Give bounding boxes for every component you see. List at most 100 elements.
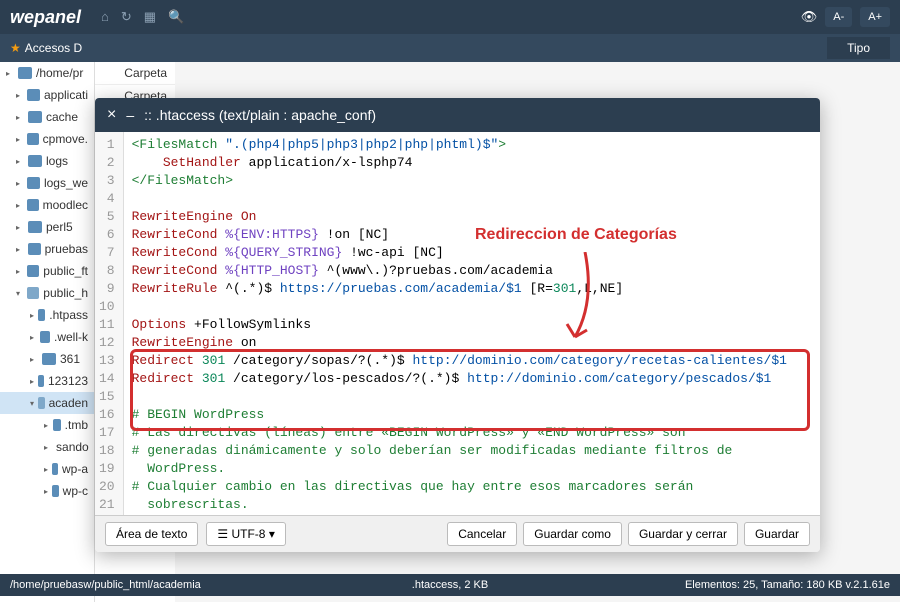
code-line[interactable]: <IfModule mod_rewrite.c> — [132, 514, 812, 515]
code-line[interactable]: # Cualquier cambio en las directivas que… — [132, 478, 812, 514]
code-content[interactable]: <FilesMatch ".(php4|php5|php3|php2|php|p… — [124, 132, 820, 515]
status-info: Elementos: 25, Tamaño: 180 KB v.2.1.61e — [685, 579, 890, 591]
close-icon[interactable]: × — [107, 106, 116, 124]
status-path: /home/pruebasw/public_html/academia — [10, 579, 201, 591]
code-line[interactable] — [132, 190, 812, 208]
toolbar-icons: ⌂ ↻ ▦ 🔍 — [101, 9, 184, 25]
tree-label: pruebas — [45, 242, 88, 256]
grid-icon[interactable]: ▦ — [144, 9, 156, 25]
tree-item[interactable]: ▸applicati — [0, 84, 94, 106]
folder-icon — [52, 463, 58, 475]
tree-label: .well-k — [54, 330, 88, 344]
tree-label: public_h — [43, 286, 88, 300]
brand-logo: wepanel — [10, 7, 81, 28]
annotation-arrow — [565, 252, 605, 352]
tree-label: logs — [46, 154, 68, 168]
tree-item[interactable]: ▸public_ft — [0, 260, 94, 282]
code-editor[interactable]: Redireccion de Categorías 12345678910111… — [95, 132, 820, 515]
tree-item[interactable]: ▸.tmb — [0, 414, 94, 436]
tree-label: cache — [46, 110, 78, 124]
tree-label: /home/pr — [36, 66, 83, 80]
code-line[interactable]: RewriteEngine On — [132, 208, 812, 226]
tree-item[interactable]: ▸361 — [0, 348, 94, 370]
cancel-button[interactable]: Cancelar — [447, 522, 517, 546]
tree-item[interactable]: ▸logs — [0, 150, 94, 172]
home-icon[interactable]: ⌂ — [101, 9, 109, 25]
modal-titlebar: × – :: .htaccess (text/plain : apache_co… — [95, 98, 820, 132]
tree-item[interactable]: ▸sando — [0, 436, 94, 458]
tree-label: wp-a — [62, 462, 88, 476]
folder-icon — [28, 111, 42, 123]
code-line[interactable]: # Las directivas (líneas) entre «BEGIN W… — [132, 424, 812, 442]
code-line[interactable]: RewriteCond %{HTTP_HOST} ^(www\.)?prueba… — [132, 262, 812, 280]
tree-item[interactable]: ▸moodlec — [0, 194, 94, 216]
tree-label: moodlec — [43, 198, 88, 212]
annotation-label: Redireccion de Categorías — [475, 226, 677, 244]
folder-icon — [27, 89, 40, 101]
tree-item[interactable]: ▸wp-a — [0, 458, 94, 480]
folder-icon — [28, 221, 42, 233]
tree-label: sando — [56, 440, 89, 454]
code-line[interactable]: RewriteCond %{ENV:HTTPS} !on [NC] — [132, 226, 812, 244]
tree-label: perl5 — [46, 220, 73, 234]
minimize-icon[interactable]: – — [126, 107, 134, 123]
tree-item[interactable]: ▸123123 — [0, 370, 94, 392]
code-line[interactable] — [132, 298, 812, 316]
code-line[interactable]: RewriteEngine on — [132, 334, 812, 352]
tree-item[interactable]: ▸logs_we — [0, 172, 94, 194]
encoding-select[interactable]: ☰ UTF-8 ▾ — [206, 522, 285, 546]
status-file: .htaccess, 2 KB — [412, 579, 488, 591]
folder-icon — [28, 243, 41, 255]
textarea-toggle[interactable]: Área de texto — [105, 522, 198, 546]
topbar: wepanel ⌂ ↻ ▦ 🔍 👁 A- A+ — [0, 0, 900, 34]
code-line[interactable]: RewriteRule ^(.*)$ https://pruebas.com/a… — [132, 280, 812, 298]
tree-item[interactable]: ▸pruebas — [0, 238, 94, 260]
folder-icon — [27, 199, 39, 211]
tree-label: cpmove. — [43, 132, 88, 146]
tree-item[interactable]: ▸.htpass — [0, 304, 94, 326]
tree-item[interactable]: ▾public_h — [0, 282, 94, 304]
code-line[interactable]: <FilesMatch ".(php4|php5|php3|php2|php|p… — [132, 136, 812, 154]
code-line[interactable]: SetHandler application/x-lsphp74 — [132, 154, 812, 172]
tree-label: 123123 — [48, 374, 88, 388]
star-icon[interactable]: ★ — [10, 41, 21, 55]
folder-icon — [27, 133, 39, 145]
modal-title: :: .htaccess (text/plain : apache_conf) — [144, 107, 376, 123]
tree-item[interactable]: ▸.well-k — [0, 326, 94, 348]
eye-icon[interactable]: 👁 — [801, 9, 818, 25]
modal-footer: Área de texto ☰ UTF-8 ▾ Cancelar Guardar… — [95, 515, 820, 552]
folder-icon — [38, 397, 45, 409]
code-line[interactable]: # generadas dinámicamente y solo debería… — [132, 442, 812, 478]
code-line[interactable]: Options +FollowSymlinks — [132, 316, 812, 334]
search-icon[interactable]: 🔍 — [168, 9, 184, 25]
code-line[interactable]: RewriteCond %{QUERY_STRING} !wc-api [NC] — [132, 244, 812, 262]
refresh-icon[interactable]: ↻ — [121, 9, 132, 25]
folder-icon — [38, 309, 45, 321]
folder-icon — [27, 265, 39, 277]
tree-item[interactable]: ▸cpmove. — [0, 128, 94, 150]
tree-label: acaden — [49, 396, 88, 410]
code-line[interactable]: Redirect 301 /category/los-pescados/?(.*… — [132, 370, 812, 388]
save-close-button[interactable]: Guardar y cerrar — [628, 522, 738, 546]
tree-item[interactable]: ▾acaden — [0, 392, 94, 414]
tree-item[interactable]: ▸perl5 — [0, 216, 94, 238]
tree-item[interactable]: ▸cache — [0, 106, 94, 128]
tree-label: public_ft — [43, 264, 88, 278]
code-line[interactable]: </FilesMatch> — [132, 172, 812, 190]
save-button[interactable]: Guardar — [744, 522, 810, 546]
folder-icon — [38, 375, 44, 387]
folder-icon — [18, 67, 32, 79]
line-gutter: 1234567891011121314151617181920212223 — [95, 132, 124, 515]
tree-item[interactable]: ▸wp-c — [0, 480, 94, 502]
tree-item[interactable]: ▸/home/pr — [0, 62, 94, 84]
code-line[interactable]: Redirect 301 /category/sopas/?(.*)$ http… — [132, 352, 812, 370]
font-decrease-button[interactable]: A- — [825, 7, 852, 27]
save-as-button[interactable]: Guardar como — [523, 522, 622, 546]
column-header-type[interactable]: Tipo — [827, 37, 890, 59]
code-line[interactable] — [132, 388, 812, 406]
folder-icon — [42, 353, 56, 365]
code-line[interactable]: # BEGIN WordPress — [132, 406, 812, 424]
editor-modal: × – :: .htaccess (text/plain : apache_co… — [95, 98, 820, 552]
tree-label: .tmb — [65, 418, 88, 432]
font-increase-button[interactable]: A+ — [860, 7, 890, 27]
